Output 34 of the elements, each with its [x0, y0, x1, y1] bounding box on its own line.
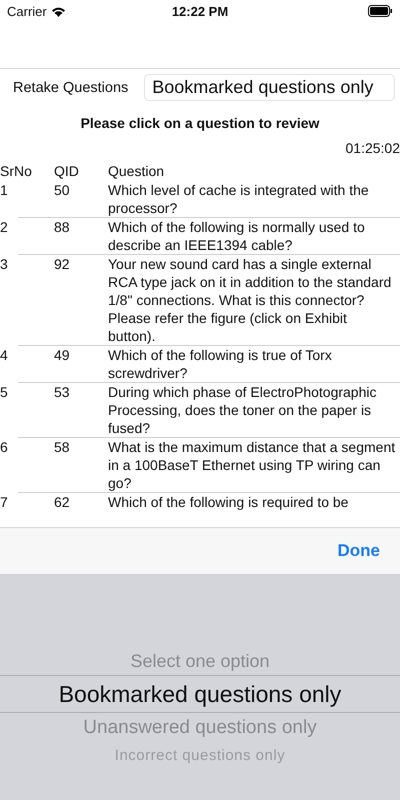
question-cell[interactable]: What is the maximum distance that a segment in a 100BaseT Ethernet using TP wiring can go?: [108, 438, 400, 492]
table-cell-text: 58: [54, 438, 71, 457]
table-cell-text: 6: [0, 438, 9, 457]
table-cell-text: 62: [54, 493, 71, 511]
table-cell-text: 4: [0, 346, 9, 365]
question-cell[interactable]: Which level of cache is integrated with the processor?: [108, 181, 400, 217]
table-cell-text: 92: [54, 255, 71, 274]
table-cell-text: 7: [0, 493, 9, 511]
table-cell-text: 49: [54, 346, 71, 365]
question-cell[interactable]: Your new sound card has a single external RCA type jack on it in addition to the standard 1/8" connections. What is this connector? Please refer the figure (click on Exhibit button).: [108, 255, 400, 345]
column-header: QID: [54, 162, 80, 180]
table-cell-text: 50: [54, 181, 71, 200]
table-cell-text: 88: [54, 218, 71, 237]
question-cell[interactable]: Which of the following is true of Torx screwdriver?: [108, 346, 400, 382]
carrier-label: Carrier: [7, 4, 47, 18]
question-cell[interactable]: Which of the following is normally used to describe an IEEE1394 cable?: [108, 218, 400, 254]
filter-label: Retake Questions: [13, 80, 128, 96]
table-cell-text: 1: [0, 181, 9, 200]
question-cell[interactable]: During which phase of ElectroPhotographic Processing, does the toner on the paper is fused?: [108, 383, 400, 437]
done-button[interactable]: Done: [338, 541, 380, 561]
table-cell-text: 3: [0, 255, 9, 274]
table-cell-text: 53: [54, 383, 71, 402]
timer-text: 01:25:02: [344, 140, 400, 156]
battery-icon: [368, 5, 394, 17]
instruction-text: Please click on a question to review: [80, 115, 320, 131]
question-cell[interactable]: Which of the following is required to be: [108, 493, 400, 511]
column-header: SrNo: [0, 162, 33, 180]
table-cell-text: 2: [0, 218, 9, 237]
status-time: 12:22 PM: [170, 4, 230, 18]
column-header: Question: [108, 162, 166, 180]
picker-option[interactable]: Bookmarked questions only: [0, 675, 400, 713]
wifi-icon: [50, 6, 66, 16]
table-cell-text: 5: [0, 383, 9, 402]
filter-field[interactable]: Bookmarked questions only: [144, 74, 395, 101]
